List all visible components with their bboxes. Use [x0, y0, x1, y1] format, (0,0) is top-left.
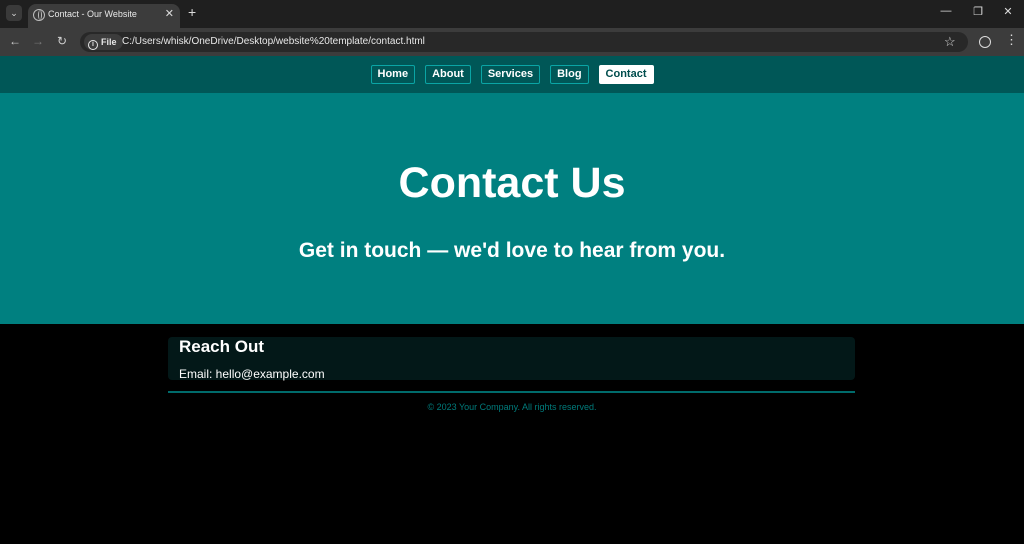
browser-toolbar: ← → ↻ i File C:/Users/whisk/OneDrive/Desk… [0, 28, 1024, 56]
close-icon[interactable]: ✕ [165, 7, 174, 20]
nav-link-contact[interactable]: Contact [598, 65, 654, 84]
new-tab-button[interactable]: + [188, 4, 196, 20]
nav-link-about[interactable]: About [425, 65, 471, 84]
site-navbar: Home About Services Blog Contact [0, 56, 1024, 93]
info-icon: i [88, 40, 98, 50]
browser-tab[interactable]: Contact - Our Website ✕ [28, 4, 180, 28]
file-chip-label: File [101, 37, 117, 47]
window-close-icon[interactable]: ✕ [998, 5, 1018, 18]
nav-link-services[interactable]: Services [480, 65, 541, 84]
menu-icon[interactable]: ⋮ [1005, 33, 1018, 46]
nav-link-home[interactable]: Home [370, 65, 416, 84]
browser-tab-bar: ⌄ Contact - Our Website ✕ + — ❐ ✕ [0, 0, 1024, 28]
card-title: Reach Out [179, 337, 265, 356]
reload-icon[interactable]: ↻ [54, 34, 70, 48]
globe-icon [33, 9, 45, 21]
tab-search-icon[interactable]: ⌄ [6, 5, 22, 21]
contact-card: Reach Out Email: hello@example.com [168, 337, 855, 381]
forward-icon[interactable]: → [30, 34, 46, 48]
url-text[interactable]: C:/Users/whisk/OneDrive/Desktop/website%… [122, 36, 425, 47]
address-bar[interactable]: i File C:/Users/whisk/OneDrive/Desktop/we… [80, 32, 968, 52]
page-title: Contact Us [398, 159, 626, 207]
site-info-chip[interactable]: i File [84, 34, 123, 50]
tab-title: Contact - Our Website [48, 9, 137, 19]
contact-email: Email: hello@example.com [179, 367, 325, 381]
back-icon[interactable]: ← [7, 34, 23, 48]
footer-divider [168, 391, 855, 393]
hero-section: Contact Us Get in touch — we'd love to h… [0, 93, 1024, 324]
profile-icon[interactable] [979, 36, 991, 48]
nav-link-blog[interactable]: Blog [550, 65, 589, 84]
hero-subtitle: Get in touch — we'd love to hear from yo… [298, 239, 726, 262]
minimize-icon[interactable]: — [936, 5, 956, 17]
restore-icon[interactable]: ❐ [968, 5, 988, 18]
footer-copyright: © 2023 Your Company. All rights reserved… [427, 402, 597, 412]
star-icon[interactable]: ☆ [944, 34, 956, 50]
nav-links: Home About Services Blog Contact [0, 65, 1024, 84]
